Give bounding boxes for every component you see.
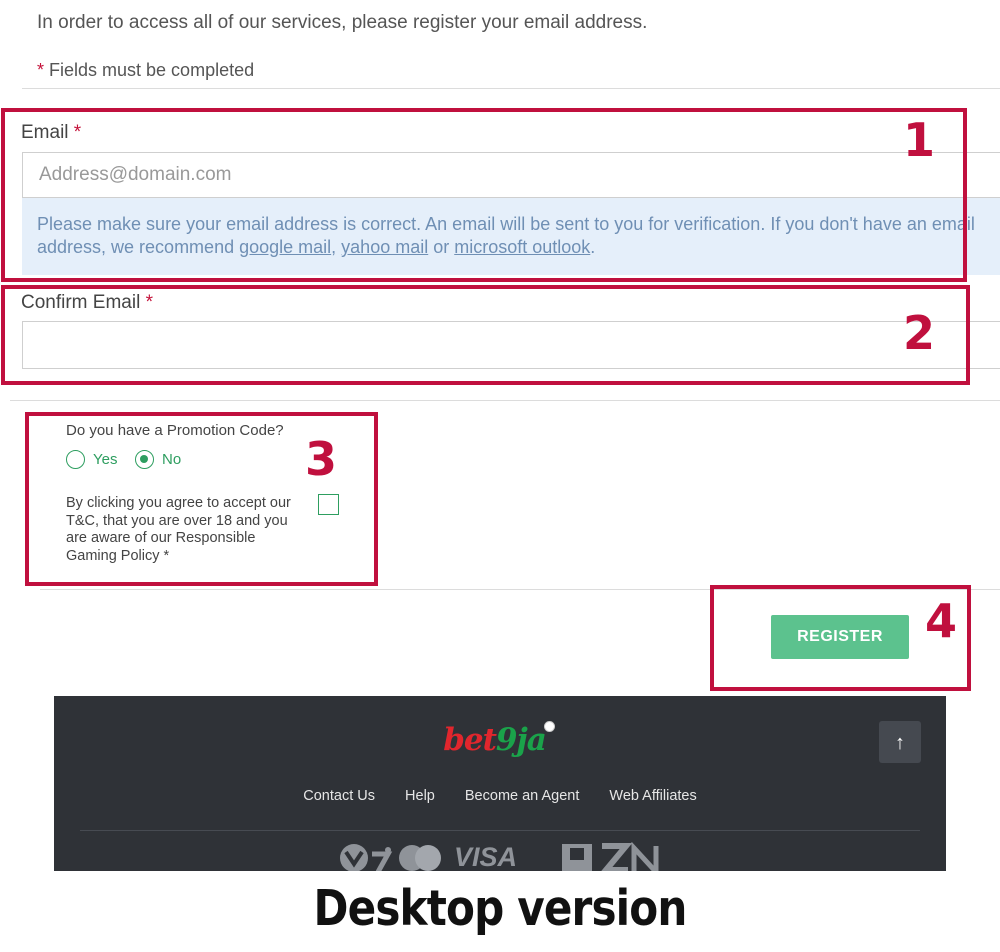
football-icon [543, 721, 555, 732]
annotation-box-2 [1, 285, 970, 385]
footer-link-contact-us[interactable]: Contact Us [303, 788, 375, 804]
footer-link-become-agent[interactable]: Become an Agent [465, 788, 579, 804]
annotation-number-1: 1 [903, 113, 936, 167]
annotation-number-4: 4 [925, 594, 958, 648]
desktop-version-caption: Desktop version [313, 880, 687, 937]
visa-logo: VISA [454, 842, 518, 871]
required-star: * [37, 60, 45, 80]
footer-links: Contact Us Help Become an Agent Web Affi… [54, 788, 946, 804]
intro-text: In order to access all of our services, … [37, 12, 648, 33]
annotation-number-2: 2 [903, 306, 936, 360]
divider [10, 400, 1000, 401]
bank-logos-icon [562, 842, 659, 871]
arrow-up-icon[interactable]: ↑ [879, 721, 921, 763]
annotation-box-1 [1, 108, 967, 282]
required-fields-note: * Fields must be completed [37, 60, 254, 81]
required-note-text: Fields must be completed [44, 60, 255, 80]
logo-bet: bet [443, 722, 497, 758]
footer-link-web-affiliates[interactable]: Web Affiliates [609, 788, 696, 804]
annotation-number-3: 3 [305, 432, 338, 486]
payment-logos-icon [340, 844, 441, 871]
footer-link-help[interactable]: Help [405, 788, 435, 804]
footer-divider [80, 830, 920, 831]
logo-9ja: 9ja [495, 722, 547, 758]
divider [22, 88, 1000, 89]
site-footer: bet9ja ↑ Contact Us Help Become an Agent… [54, 696, 946, 871]
bet9ja-logo[interactable]: bet9ja [54, 721, 946, 758]
